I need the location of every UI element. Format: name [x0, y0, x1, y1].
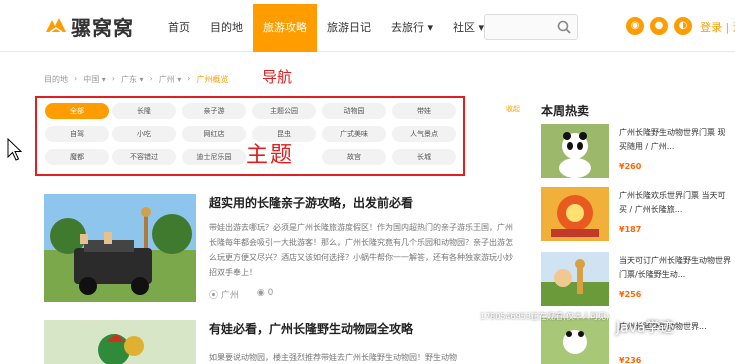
breadcrumb-separator: › — [74, 74, 78, 83]
article-thumbnail[interactable] — [44, 320, 196, 364]
annotation-topic: 主题 — [246, 143, 295, 168]
hot-item-price: ¥256 — [619, 290, 642, 299]
article-meta: ⦿ 广州 ◉ 0 — [209, 288, 273, 301]
breadcrumb-separator: › — [149, 74, 153, 83]
breadcrumb-current: 广州概览 — [196, 75, 229, 84]
article-location-text: 广州 — [220, 291, 239, 301]
article-card[interactable]: 有娃必看，广州长隆野生动物园全攻略 如果要说动物园，楼主强烈推荐带娃去广州长隆野… — [44, 320, 514, 364]
sidebar-title: 本周热卖 — [541, 104, 590, 118]
hot-item-title[interactable]: 广州长隆欢乐世界门票 当天可买 / 广州长隆旅... — [619, 189, 731, 217]
tag-item[interactable]: 长城 — [392, 149, 456, 165]
article-summary: 带娃出游去哪玩？必须是广州长隆旅游度假区！作为国内超热门的亲子游乐王国，广州长隆… — [209, 223, 513, 277]
hot-item[interactable]: 广州长隆欢乐世界门票 当天可买 / 广州长隆旅... ¥187 — [541, 187, 731, 241]
tag-item[interactable]: 长隆 — [112, 103, 176, 119]
hot-item-image[interactable] — [541, 318, 609, 364]
qq-icon[interactable]: ● — [650, 17, 668, 35]
viewer-notice: 1780546953正在观看(仅本人可见) — [480, 312, 610, 321]
tag-item[interactable]: 迪士尼乐园 — [182, 149, 246, 165]
breadcrumb-item[interactable]: 目的地 — [44, 74, 68, 85]
tag-item[interactable]: 动物园 — [322, 103, 386, 119]
hot-item[interactable]: 当天可订广州长隆野生动物世界门票/长隆野生动... ¥256 — [541, 252, 731, 306]
article-views-count: 0 — [267, 288, 274, 298]
hot-item-price: ¥187 — [619, 225, 642, 234]
breadcrumb-separator: › — [111, 74, 115, 83]
tag-item[interactable]: 小吃 — [112, 126, 176, 142]
article-location: ⦿ 广州 — [209, 288, 239, 301]
collapse-link[interactable]: 收起 — [506, 104, 520, 114]
hot-item-title[interactable]: 广州长隆野生动物世界门票 现买随用 / 广州... — [619, 126, 731, 154]
main-nav: 首页 目的地 旅游攻略 旅游日记 去旅行 ▾ 社区 ▾ — [158, 4, 494, 52]
nav-destination[interactable]: 目的地 — [200, 4, 253, 52]
article-title[interactable]: 超实用的长隆亲子游攻略，出发前必看 — [209, 194, 413, 211]
tag-item[interactable]: 不容错过 — [112, 149, 176, 165]
tag-item[interactable]: 广式美味 — [322, 126, 386, 142]
tag-all[interactable]: 全部 — [45, 103, 109, 119]
hot-item-image[interactable] — [541, 252, 609, 306]
article-title[interactable]: 有娃必看，广州长隆野生动物园全攻略 — [209, 320, 413, 337]
breadcrumb-item[interactable]: 广州 ▾ — [159, 74, 182, 85]
wechat-icon[interactable]: ◐ — [674, 17, 692, 35]
login-link[interactable]: 登录 | 注 — [700, 19, 735, 35]
tag-item[interactable]: 主题公园 — [252, 103, 316, 119]
tag-item[interactable]: 带娃 — [392, 103, 456, 119]
tag-item[interactable]: 自驾 — [45, 126, 109, 142]
social-links: ◉ ● ◐ — [626, 17, 692, 35]
breadcrumb-item[interactable]: 广东 ▾ — [121, 74, 144, 85]
site-logo[interactable]: 骡窝窝 — [44, 12, 134, 40]
article-views: ◉ 0 — [257, 288, 273, 301]
tag-item[interactable]: 故宫 — [322, 149, 386, 165]
weibo-icon[interactable]: ◉ — [626, 17, 644, 35]
tag-item[interactable]: 人气景点 — [392, 126, 456, 142]
hot-item[interactable]: 广州长隆野生动物世界门票 现买随用 / 广州... ¥260 — [541, 124, 731, 178]
mouse-cursor-icon — [7, 137, 23, 162]
nav-go-travel[interactable]: 去旅行 ▾ — [381, 4, 443, 52]
watermark-text: Java学迹 — [616, 320, 674, 336]
hot-item-price: ¥236 — [619, 356, 642, 364]
article-summary: 如果要说动物园，楼主强烈推荐带娃去广州长隆野生动物园！野生动物 — [209, 353, 457, 362]
nav-travel-diary[interactable]: 旅游日记 — [317, 4, 381, 52]
breadcrumb: 目的地 › 中国 ▾ › 广东 ▾ › 广州 ▾ › 广州概览 — [44, 74, 229, 85]
breadcrumb-item[interactable]: 中国 ▾ — [83, 74, 106, 85]
nav-home[interactable]: 首页 — [158, 4, 200, 52]
article-thumbnail[interactable] — [44, 194, 196, 302]
search-icon[interactable] — [557, 20, 571, 34]
tag-item[interactable]: 网红店 — [182, 126, 246, 142]
hot-item-image[interactable] — [541, 124, 609, 178]
logo-text: 骡窝窝 — [71, 15, 134, 40]
annotation-nav: 导航 — [262, 68, 293, 86]
hot-item-title[interactable]: 当天可订广州长隆野生动物世界门票/长隆野生动... — [619, 254, 731, 282]
top-header: 骡窝窝 首页 目的地 旅游攻略 旅游日记 去旅行 ▾ 社区 ▾ ◉ ● ◐ 登录… — [0, 0, 735, 52]
tag-item[interactable]: 魔都 — [45, 149, 109, 165]
logo-icon — [44, 14, 68, 38]
breadcrumb-separator: › — [187, 74, 191, 83]
search-input[interactable] — [484, 14, 578, 40]
location-pin-icon: ⦿ — [209, 291, 221, 301]
nav-travel-guide[interactable]: 旅游攻略 — [253, 4, 317, 52]
hot-item-price: ¥260 — [619, 162, 642, 171]
article-card[interactable]: 超实用的长隆亲子游攻略，出发前必看 带娃出游去哪玩？必须是广州长隆旅游度假区！作… — [44, 194, 514, 304]
hot-item-image[interactable] — [541, 187, 609, 241]
eye-icon: ◉ — [256, 288, 268, 298]
tag-item[interactable]: 亲子游 — [182, 103, 246, 119]
